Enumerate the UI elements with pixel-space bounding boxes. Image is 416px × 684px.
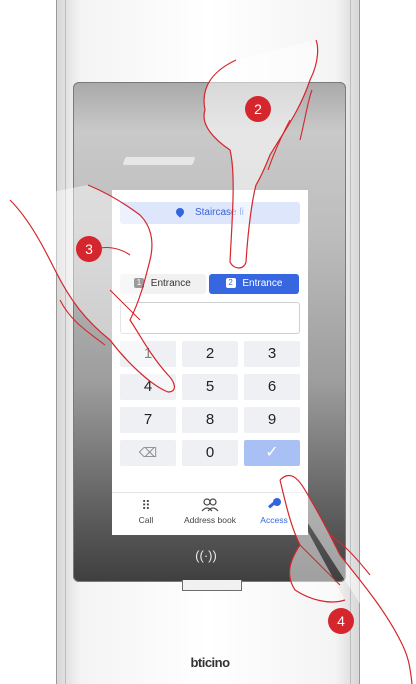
hand-outline-top (203, 39, 319, 269)
hand-outline-bottom (279, 475, 413, 684)
step-badge-4: 4 (328, 608, 354, 634)
step-badge-2: 2 (245, 96, 271, 122)
hand-outline-left (9, 184, 175, 393)
hands-illustration (9, 39, 413, 684)
step-badge-3: 3 (76, 236, 102, 262)
